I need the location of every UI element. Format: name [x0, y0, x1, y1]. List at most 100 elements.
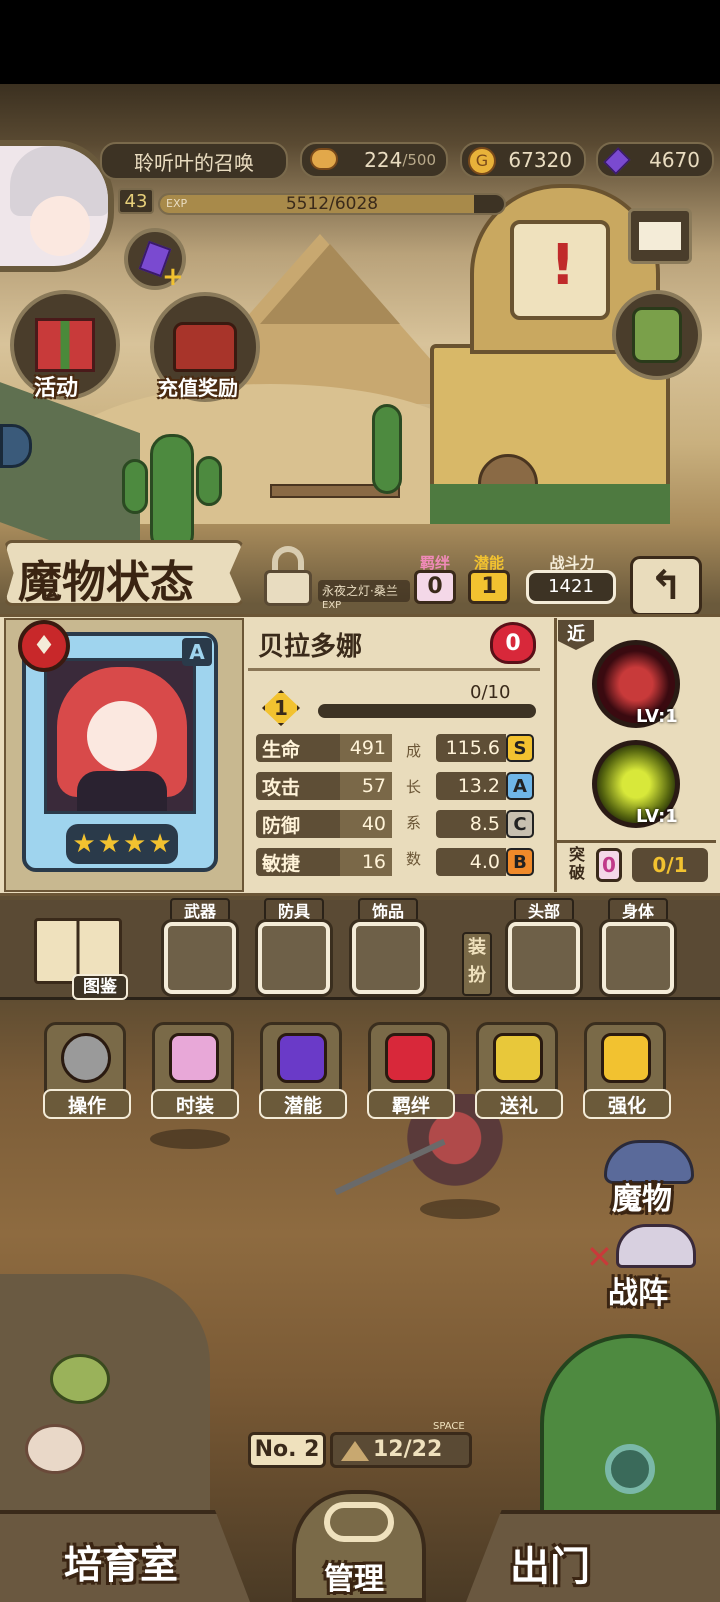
fashion-button[interactable]: 时装 — [151, 1022, 239, 1119]
activity-label: 活动 — [34, 376, 79, 401]
stamina-counter[interactable]: 224/500 — [300, 142, 448, 178]
building-base — [430, 484, 670, 524]
lock-button[interactable] — [258, 546, 318, 606]
growth-grade: C — [506, 810, 534, 838]
accessory-slot[interactable] — [352, 922, 424, 994]
fire-element-icon: ♦ — [18, 620, 70, 672]
stat-name: 防御 — [256, 810, 340, 838]
stat-value: 491 — [340, 734, 392, 762]
treasure-chest-icon — [173, 322, 237, 372]
stat-row: 防御 40 — [256, 810, 392, 838]
formation-monsters-icon — [616, 1224, 696, 1268]
cactus-decor — [372, 404, 402, 494]
skill-2-level: LV:1 — [636, 806, 678, 827]
gift-box-icon — [35, 318, 95, 372]
growth-value: 8.5 — [436, 810, 506, 838]
action-label: 潜能 — [259, 1089, 347, 1119]
status-title: 魔物状态 — [18, 557, 194, 608]
stat-value: 57 — [340, 772, 392, 800]
armor-slot[interactable] — [258, 922, 330, 994]
triangle-icon — [341, 1441, 369, 1461]
backpack-button[interactable] — [612, 290, 702, 380]
swirl-icon — [605, 1444, 655, 1494]
monsters-nav-button[interactable]: 魔物 — [590, 1140, 710, 1217]
tree-decor — [540, 1334, 720, 1534]
outfit-icon — [169, 1033, 219, 1083]
avatar[interactable] — [0, 140, 114, 272]
hearts-icon — [385, 1033, 435, 1083]
portrait-body — [77, 771, 167, 811]
player-level-badge: 43 — [118, 188, 154, 214]
cactus-decor — [150, 434, 194, 554]
stat-name: 敏捷 — [256, 848, 340, 876]
keys-icon — [324, 1502, 394, 1542]
level-progress-text: 0/10 — [470, 682, 511, 703]
manage-button[interactable]: 管理 — [292, 1490, 426, 1602]
mail-button[interactable] — [628, 208, 692, 264]
action-label: 强化 — [583, 1089, 671, 1119]
armor-slot-label: 防具 — [264, 898, 324, 922]
breakthrough-progress[interactable]: 0/1 — [632, 848, 708, 882]
growth-grade: S — [506, 734, 534, 762]
manage-label: 管理 — [324, 1562, 384, 1597]
album-button[interactable]: 图鉴 — [28, 912, 130, 1000]
action-label: 时装 — [151, 1089, 239, 1119]
upgrade-arrows-icon — [601, 1033, 651, 1083]
star-icon: ★ — [148, 829, 172, 859]
plus-icon: + — [162, 262, 184, 292]
breakthrough-count: 0 — [596, 848, 622, 882]
bond-button[interactable]: 羁绊 — [367, 1022, 455, 1119]
stat-name: 攻击 — [256, 772, 340, 800]
breakthrough-label: 突破 — [568, 845, 585, 882]
star-icon: ★ — [72, 829, 96, 859]
heart-badge[interactable]: 0 — [490, 622, 536, 664]
lock-body — [264, 570, 312, 606]
cactus-decor — [122, 459, 148, 514]
level-progress-bar — [318, 704, 536, 718]
monsters-nav-label: 魔物 — [612, 1182, 672, 1217]
buy-gems-button[interactable]: + — [124, 228, 186, 292]
growth-char: 成 — [406, 742, 422, 760]
weapon-slot[interactable] — [164, 922, 236, 994]
star-icon: ★ — [123, 829, 147, 859]
envelope-icon — [637, 220, 683, 252]
monster-portrait — [44, 658, 196, 814]
exp-text: 5512/6028 — [285, 194, 379, 214]
nursery-button[interactable]: 培育室 — [0, 1510, 250, 1602]
bond-value: 0 — [414, 570, 456, 604]
head-slot[interactable] — [508, 922, 580, 994]
growth-row: 8.5 C — [436, 810, 534, 838]
stat-row: 敏捷 16 — [256, 848, 392, 876]
body-slot[interactable] — [602, 922, 674, 994]
quest-scroll-button[interactable]: ! — [510, 220, 610, 320]
cactus-decor — [196, 456, 222, 506]
gold-counter[interactable]: G 67320 — [460, 142, 586, 178]
growth-char: 系 — [406, 814, 422, 832]
backpack-icon — [632, 307, 682, 363]
accessory-slot-label: 饰品 — [358, 898, 418, 922]
growth-char: 长 — [406, 778, 422, 796]
gem-counter[interactable]: 4670 — [596, 142, 714, 178]
potential-button[interactable]: 潜能 — [259, 1022, 347, 1119]
enhance-button[interactable]: 强化 — [583, 1022, 671, 1119]
demon-icon — [277, 1033, 327, 1083]
gift-icon — [493, 1033, 543, 1083]
stamina-max: /500 — [402, 151, 436, 169]
stage-name: 永夜之灯·桑兰 — [322, 584, 398, 598]
action-label: 送礼 — [475, 1089, 563, 1119]
formation-nav-button[interactable]: ✕ 战阵 — [582, 1224, 710, 1311]
go-out-button[interactable]: 出门 — [466, 1510, 720, 1602]
album-label: 图鉴 — [72, 974, 128, 1000]
head-slot-label: 头部 — [514, 898, 574, 922]
room-number-plate[interactable]: No. 2 — [248, 1432, 326, 1468]
gear-icon — [61, 1033, 111, 1083]
back-button[interactable]: ↰ — [630, 556, 702, 616]
bond-badge[interactable]: 羁绊 0 — [412, 552, 458, 606]
power-value: 1421 — [526, 570, 616, 604]
formation-nav-label: 战阵 — [608, 1276, 668, 1311]
operate-button[interactable]: 操作 — [43, 1022, 131, 1119]
growth-char: 数 — [406, 850, 422, 868]
gift-button[interactable]: 送礼 — [475, 1022, 563, 1119]
weapon-slot-label: 武器 — [170, 898, 230, 922]
potential-badge[interactable]: 潜能 1 — [466, 552, 512, 606]
